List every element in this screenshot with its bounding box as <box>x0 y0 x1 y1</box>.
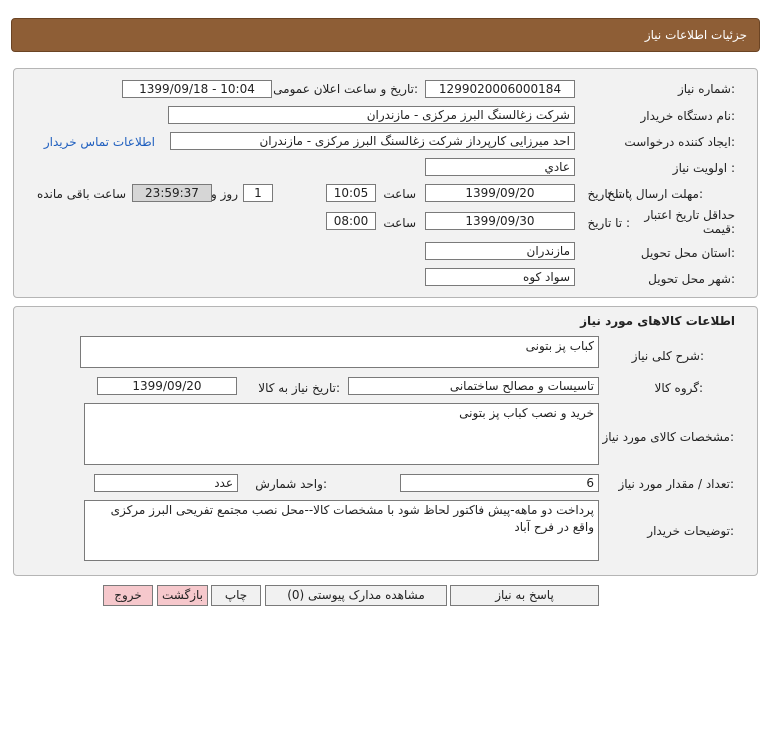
buyer-field: شرکت زغالسنگ البرز مرکزی - مازندران <box>168 106 575 124</box>
unit-label: واحد شمارش: <box>255 477 327 491</box>
back-button[interactable]: بازگشت <box>157 585 208 606</box>
summary-label: شرح کلی نیاز: <box>631 349 704 363</box>
need-date-label: تاریخ نیاز به کالا: <box>258 381 340 395</box>
buyer-label: نام دستگاه خریدار: <box>640 109 736 123</box>
specs-field: خرید و نصب کباب پز بتونی <box>84 403 599 465</box>
goods-section-title: اطلاعات کالاهای مورد نیاز <box>580 314 735 328</box>
deadline-date-field: 1399/09/20 <box>425 184 575 202</box>
unit-field: عدد <box>94 474 238 492</box>
creator-label: ایجاد کننده درخواست: <box>624 135 735 149</box>
validity-until-label: تا تاریخ : <box>587 216 630 230</box>
page-header: جزئیات اطلاعات نیاز <box>11 18 760 52</box>
qty-field: 6 <box>400 474 599 492</box>
validity-date-field: 1399/09/30 <box>425 212 575 230</box>
validity-label: حداقل تاریخ اعتبار قیمت: <box>615 208 735 236</box>
province-field: مازندران <box>425 242 575 260</box>
notes-label: توضیحات خریدار: <box>647 524 734 538</box>
priority-label: اولویت نیاز : <box>672 161 735 175</box>
qty-label: تعداد / مقدار مورد نیاز: <box>618 477 734 491</box>
days-label: روز و <box>211 187 238 201</box>
validity-label-text: حداقل تاریخ اعتبار قیمت: <box>644 208 735 236</box>
exit-button[interactable]: خروج <box>103 585 153 606</box>
validity-time-label: ساعت <box>383 216 416 230</box>
summary-field: کباب پز بتونی <box>80 336 599 368</box>
group-label: گروه کالا: <box>654 381 704 395</box>
announce-field: 1399/09/18 - 10:04 <box>122 80 272 98</box>
buyer-contact-link[interactable]: اطلاعات تماس خریدار <box>44 135 155 149</box>
need-number-label: شماره نیاز: <box>677 82 735 96</box>
deadline-time-label: ساعت <box>383 187 416 201</box>
notes-field: پرداخت دو ماهه-پیش فاکتور لحاظ شود با مش… <box>84 500 599 561</box>
specs-label: مشخصات کالای مورد نیاز: <box>602 430 734 444</box>
need-details-panel <box>13 68 758 298</box>
announce-label: تاریخ و ساعت اعلان عمومی: <box>273 82 418 96</box>
days-field: 1 <box>243 184 273 202</box>
need-number-field: 1299020006000184 <box>425 80 575 98</box>
remaining-time-field: 23:59:37 <box>132 184 212 202</box>
need-date-field: 1399/09/20 <box>97 377 237 395</box>
attachments-button[interactable]: مشاهده مدارک پیوستی (0) <box>265 585 447 606</box>
page-title: جزئیات اطلاعات نیاز <box>644 28 747 42</box>
city-field: سواد کوه <box>425 268 575 286</box>
deadline-until-label: تا تاریخ : <box>587 187 630 201</box>
creator-field: احد میرزایی کارپرداز شرکت زغالسنگ البرز … <box>170 132 575 150</box>
city-label: شهر محل تحویل: <box>648 272 735 286</box>
deadline-time-field: 10:05 <box>326 184 376 202</box>
priority-field: عادي <box>425 158 575 176</box>
group-field: تاسیسات و مصالح ساختمانی <box>348 377 599 395</box>
validity-time-field: 08:00 <box>326 212 376 230</box>
remaining-label: ساعت باقی مانده <box>36 187 126 201</box>
province-label: استان محل تحویل: <box>640 246 735 260</box>
print-button[interactable]: چاپ <box>211 585 261 606</box>
reply-button[interactable]: پاسخ به نیاز <box>450 585 599 606</box>
